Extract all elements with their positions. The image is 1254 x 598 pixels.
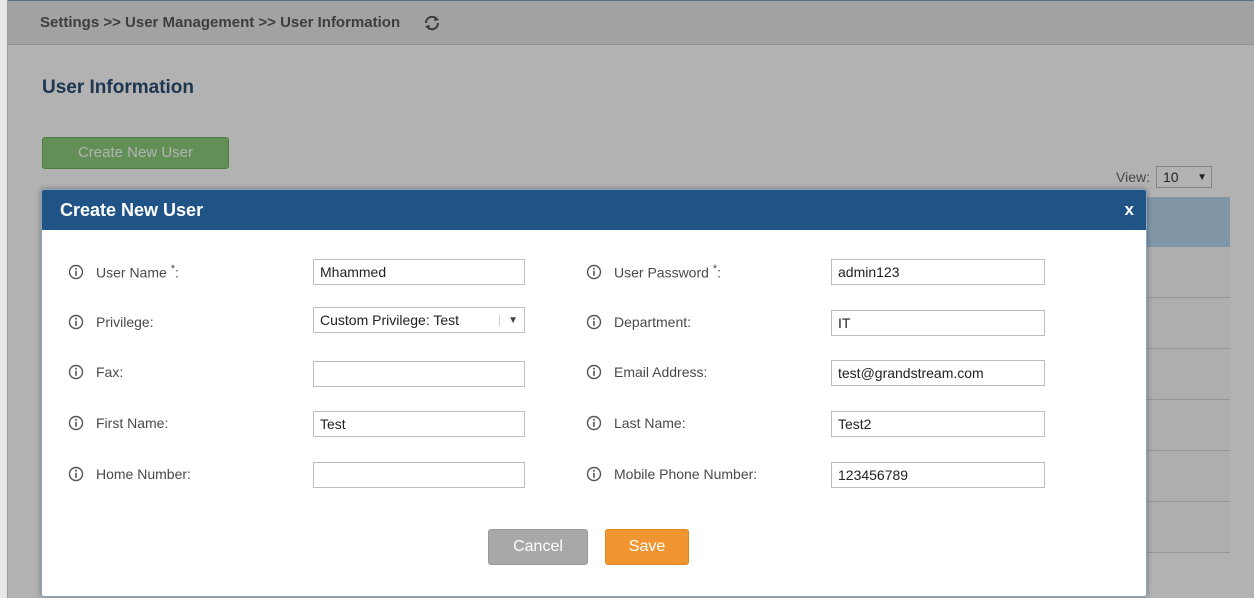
- mobile-label-group: Mobile Phone Number:: [586, 458, 757, 490]
- privilege-select[interactable]: Custom Privilege: Test ▼: [313, 307, 525, 333]
- form-row: Privilege: Custom Privilege: Test ▼ Depa…: [42, 306, 1146, 338]
- user-password-label-group: User Password *:: [586, 256, 721, 288]
- info-icon[interactable]: [586, 364, 602, 380]
- form-row: First Name: Test Last Name: Test2: [42, 407, 1146, 439]
- info-icon[interactable]: [68, 314, 84, 330]
- cancel-button[interactable]: Cancel: [488, 529, 588, 565]
- email-label-group: Email Address:: [586, 356, 707, 388]
- info-icon[interactable]: [68, 415, 84, 431]
- save-button[interactable]: Save: [605, 529, 689, 565]
- last-name-label: Last Name:: [614, 415, 686, 431]
- user-password-input[interactable]: admin123: [831, 259, 1045, 285]
- info-icon[interactable]: [586, 415, 602, 431]
- email-input[interactable]: test@grandstream.com: [831, 360, 1045, 386]
- form-row: User Name *: Mhammed User Password *: ad…: [42, 256, 1146, 288]
- mobile-label: Mobile Phone Number:: [614, 466, 758, 482]
- info-icon[interactable]: [68, 466, 84, 482]
- info-icon[interactable]: [68, 264, 84, 280]
- home-number-input[interactable]: [313, 462, 525, 488]
- user-password-label: User Password *:: [614, 263, 721, 281]
- department-label: Department:: [614, 314, 692, 330]
- left-strip: [0, 0, 8, 598]
- chevron-down-icon: ▼: [499, 314, 518, 326]
- first-name-label: First Name:: [96, 415, 169, 431]
- fax-label-group: Fax:: [68, 356, 123, 388]
- last-name-input[interactable]: Test2: [831, 411, 1045, 437]
- privilege-value: Custom Privilege: Test: [320, 312, 460, 328]
- first-name-label-group: First Name:: [68, 407, 168, 439]
- department-input[interactable]: IT: [831, 310, 1045, 336]
- fax-label: Fax:: [96, 364, 124, 380]
- department-label-group: Department:: [586, 306, 691, 338]
- info-icon[interactable]: [586, 264, 602, 280]
- close-button[interactable]: x: [1125, 200, 1134, 220]
- info-icon[interactable]: [586, 466, 602, 482]
- dialog-title: Create New User: [60, 199, 204, 220]
- email-label: Email Address:: [614, 364, 708, 380]
- user-name-label-group: User Name *:: [68, 256, 179, 288]
- create-user-dialog: Create New User x User Name *: Mhammed U…: [41, 189, 1147, 597]
- privilege-label: Privilege:: [96, 314, 154, 330]
- dialog-header: Create New User x: [42, 190, 1146, 230]
- info-icon[interactable]: [586, 314, 602, 330]
- privilege-label-group: Privilege:: [68, 306, 154, 338]
- first-name-input[interactable]: Test: [313, 411, 525, 437]
- home-number-label: Home Number:: [96, 466, 191, 482]
- last-name-label-group: Last Name:: [586, 407, 686, 439]
- user-name-input[interactable]: Mhammed: [313, 259, 525, 285]
- mobile-input[interactable]: 123456789: [831, 462, 1045, 488]
- info-icon[interactable]: [68, 364, 84, 380]
- user-name-label: User Name *:: [96, 263, 179, 281]
- home-number-label-group: Home Number:: [68, 458, 191, 490]
- form-row: Home Number: Mobile Phone Number: 123456…: [42, 458, 1146, 490]
- fax-input[interactable]: [313, 361, 525, 387]
- form-row: Fax: Email Address: test@grandstream.com: [42, 356, 1146, 388]
